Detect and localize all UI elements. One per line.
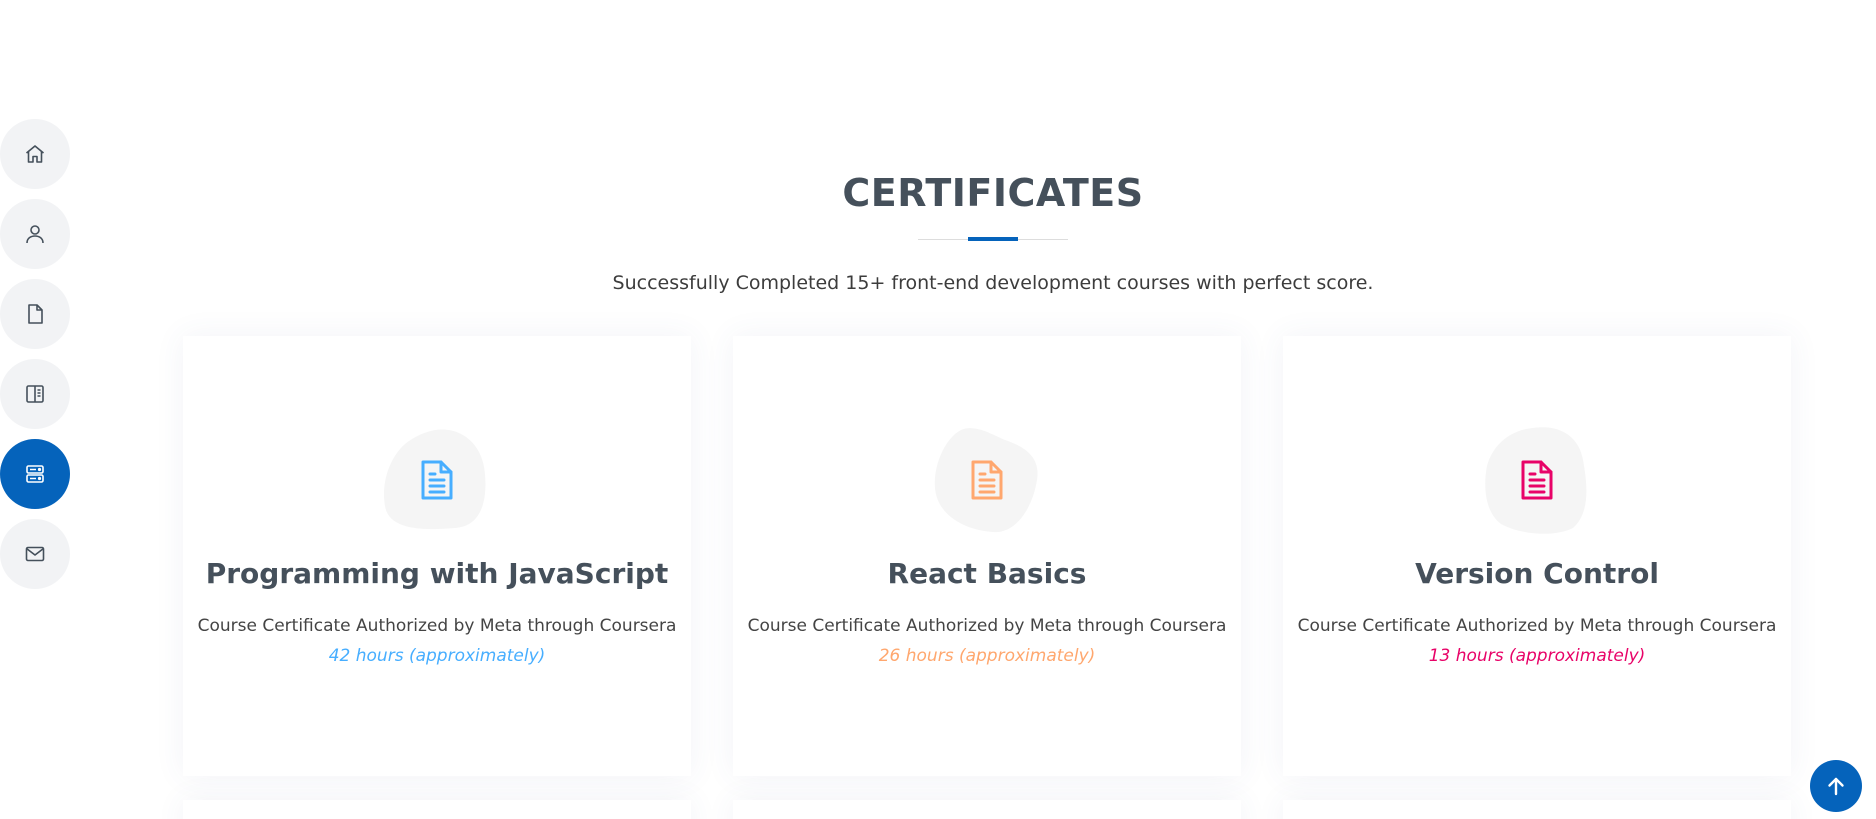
back-to-top-button[interactable]: [1810, 760, 1862, 812]
certificate-card: React Basics Course Certificate Authoriz…: [733, 336, 1241, 776]
card-title: React Basics: [887, 557, 1087, 590]
card-title: Version Control: [1415, 557, 1659, 590]
certificate-card-partial: [183, 800, 691, 819]
card-description: Course Certificate Authorized by Meta th…: [197, 616, 677, 636]
document-icon: [421, 460, 453, 500]
card-icon-box: [1483, 426, 1591, 534]
card-title: Programming with JavaScript: [205, 557, 669, 590]
document-icon: [1521, 460, 1553, 500]
card-icon-box: [933, 426, 1041, 534]
card-hours: 13 hours (approximately): [1428, 646, 1646, 666]
card-description: Course Certificate Authorized by Meta th…: [747, 616, 1227, 636]
nav-portfolio[interactable]: [0, 359, 70, 429]
section-header: CERTIFICATES: [0, 168, 1876, 218]
home-icon: [25, 145, 45, 163]
card-hours: 42 hours (approximately): [328, 646, 546, 666]
certificate-card-partial: [1283, 800, 1791, 819]
card-hours: 26 hours (approximately): [878, 646, 1096, 666]
section-title: CERTIFICATES: [842, 171, 1144, 215]
certificate-card-partial: [733, 800, 1241, 819]
title-accent-bar: [968, 237, 1018, 241]
card-description: Course Certificate Authorized by Meta th…: [1297, 616, 1777, 636]
certificate-card: Version Control Course Certificate Autho…: [1283, 336, 1791, 776]
certificate-card: Programming with JavaScript Course Certi…: [183, 336, 691, 776]
person-icon: [26, 225, 44, 244]
nav-certificates[interactable]: [0, 439, 70, 509]
arrow-up-icon: [1828, 777, 1844, 796]
nav-contact[interactable]: [0, 519, 70, 589]
document-icon: [971, 460, 1003, 500]
section-subtitle: Successfully Completed 15+ front-end dev…: [612, 272, 1374, 294]
card-icon-box: [383, 426, 491, 534]
page: CERTIFICATES Successfully Completed 15+ …: [0, 0, 1876, 819]
envelope-icon: [25, 546, 45, 562]
book-icon: [26, 385, 44, 403]
file-icon: [28, 304, 43, 324]
server-icon: [26, 465, 44, 483]
